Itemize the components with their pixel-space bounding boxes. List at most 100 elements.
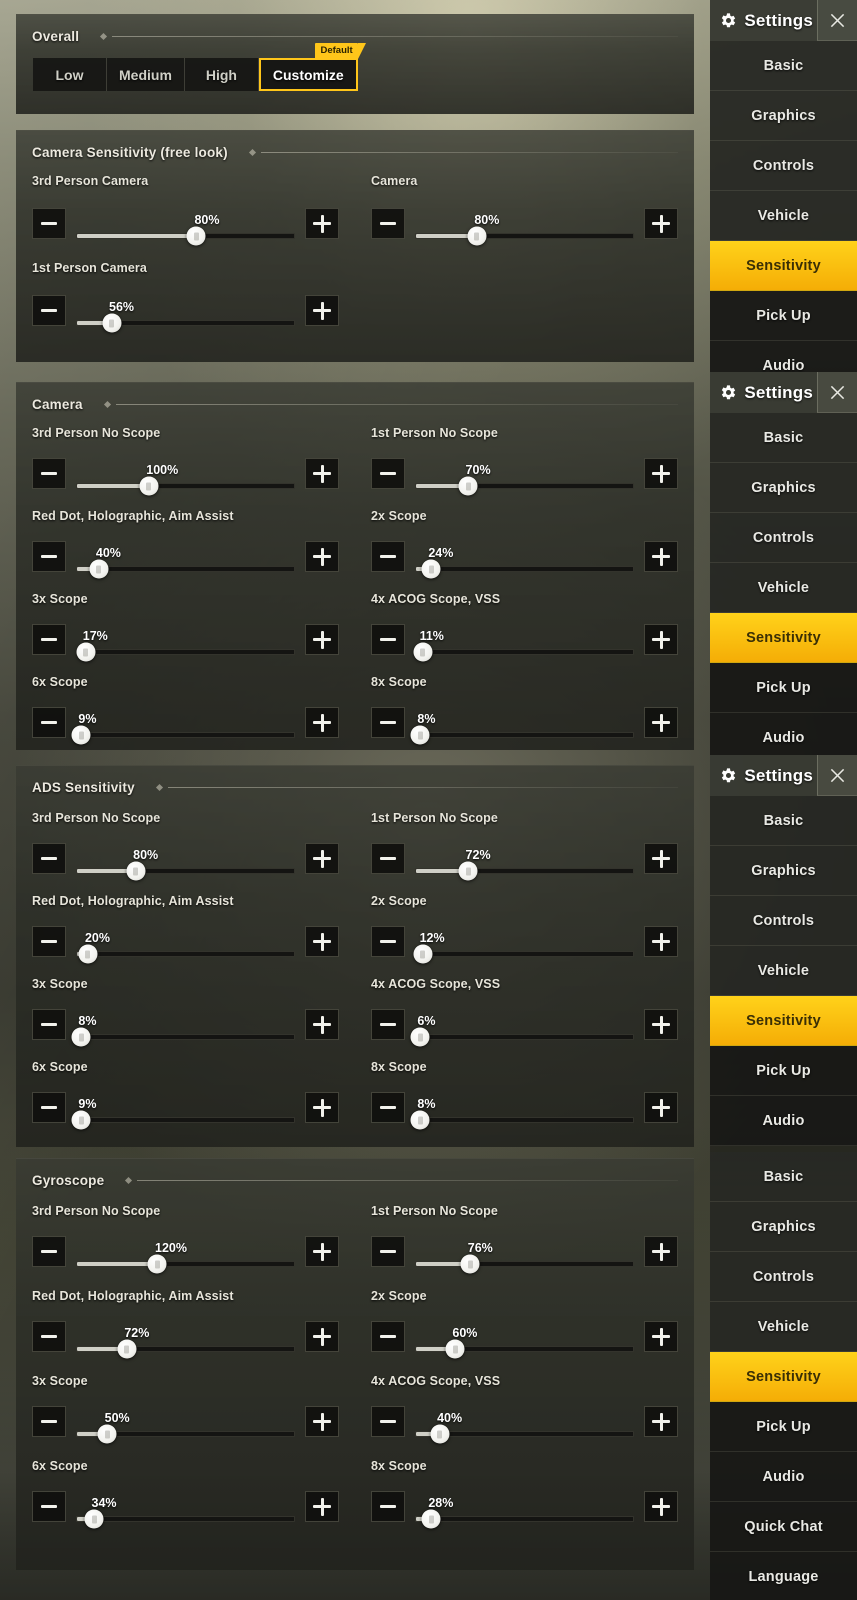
overall-segmented-control[interactable]: Low Medium High Customize Default [33,43,366,91]
increment-button[interactable] [305,1009,339,1040]
sidebar-item-controls[interactable]: Controls [710,141,857,191]
decrement-button[interactable] [32,926,66,957]
slider-knob[interactable] [89,559,109,579]
sidebar-item-vehicle[interactable]: Vehicle [710,563,857,613]
increment-button[interactable] [644,458,678,489]
slider-track[interactable] [410,1027,634,1047]
sidebar-item-language[interactable]: Language [710,1552,857,1600]
slider-track[interactable] [76,1339,295,1359]
slider-track[interactable] [76,559,295,579]
increment-button[interactable] [644,843,678,874]
decrement-button[interactable] [32,843,66,874]
slider-knob[interactable] [126,861,146,881]
increment-button[interactable] [305,541,339,572]
slider-track[interactable] [413,944,634,964]
slider-track[interactable] [76,1509,295,1529]
sidebar-item-basic[interactable]: Basic [710,796,857,846]
increment-button[interactable] [305,624,339,655]
sidebar-item-vehicle[interactable]: Vehicle [710,946,857,996]
slider-track[interactable] [71,1110,295,1130]
slider-track[interactable] [415,559,634,579]
slider-track[interactable] [410,1110,634,1130]
slider-track[interactable] [415,1509,634,1529]
decrement-button[interactable] [32,1406,66,1437]
slider-knob[interactable] [71,1027,91,1047]
slider-track[interactable] [76,313,295,333]
slider-knob[interactable] [445,1339,465,1359]
slider-knob[interactable] [421,559,441,579]
increment-button[interactable] [305,458,339,489]
decrement-button[interactable] [32,1092,66,1123]
increment-button[interactable] [644,624,678,655]
sidebar-item-audio[interactable]: Audio [710,1096,857,1146]
slider-knob[interactable] [78,944,98,964]
slider-track[interactable] [71,1027,295,1047]
slider-knob[interactable] [139,476,159,496]
sidebar-item-graphics[interactable]: Graphics [710,846,857,896]
sidebar-item-graphics[interactable]: Graphics [710,91,857,141]
slider-knob[interactable] [102,313,122,333]
increment-button[interactable] [644,926,678,957]
slider-track[interactable] [415,1424,634,1444]
decrement-button[interactable] [371,624,405,655]
slider-knob[interactable] [71,725,91,745]
decrement-button[interactable] [32,208,66,239]
overall-option-high[interactable]: High [184,58,259,91]
slider-track[interactable] [415,476,634,496]
overall-option-customize[interactable]: Customize [258,58,358,91]
sidebar-item-sensitivity[interactable]: Sensitivity [710,1352,857,1402]
increment-button[interactable] [305,1321,339,1352]
sidebar-item-pickup[interactable]: Pick Up [710,1402,857,1452]
close-button[interactable] [817,0,857,41]
decrement-button[interactable] [371,1406,405,1437]
slider-track[interactable] [415,1339,634,1359]
increment-button[interactable] [305,1406,339,1437]
decrement-button[interactable] [32,295,66,326]
decrement-button[interactable] [371,541,405,572]
decrement-button[interactable] [32,1236,66,1267]
slider-knob[interactable] [410,725,430,745]
slider-knob[interactable] [186,226,206,246]
sidebar-item-graphics[interactable]: Graphics [710,463,857,513]
decrement-button[interactable] [371,458,405,489]
overall-option-low[interactable]: Low [33,58,107,91]
slider-track[interactable] [76,1254,295,1274]
slider-knob[interactable] [71,1110,91,1130]
increment-button[interactable] [305,843,339,874]
slider-knob[interactable] [84,1509,104,1529]
sidebar-item-basic[interactable]: Basic [710,1152,857,1202]
sidebar-item-audio[interactable]: Audio [710,341,857,372]
increment-button[interactable] [305,1092,339,1123]
slider-track[interactable] [415,861,634,881]
increment-button[interactable] [305,208,339,239]
decrement-button[interactable] [32,1491,66,1522]
decrement-button[interactable] [32,1321,66,1352]
slider-knob[interactable] [117,1339,137,1359]
slider-track[interactable] [71,725,295,745]
decrement-button[interactable] [371,1009,405,1040]
decrement-button[interactable] [32,541,66,572]
slider-knob[interactable] [97,1424,117,1444]
sidebar-item-vehicle[interactable]: Vehicle [710,191,857,241]
slider-knob[interactable] [458,476,478,496]
decrement-button[interactable] [371,1092,405,1123]
sidebar-item-pickup[interactable]: Pick Up [710,663,857,713]
sidebar-item-basic[interactable]: Basic [710,413,857,463]
sidebar-item-pickup[interactable]: Pick Up [710,291,857,341]
increment-button[interactable] [644,541,678,572]
sidebar-item-controls[interactable]: Controls [710,513,857,563]
close-button[interactable] [817,755,857,796]
sidebar-item-controls[interactable]: Controls [710,896,857,946]
slider-knob[interactable] [458,861,478,881]
sidebar-item-sensitivity[interactable]: Sensitivity [710,613,857,663]
decrement-button[interactable] [371,1236,405,1267]
decrement-button[interactable] [371,208,405,239]
slider-knob[interactable] [421,1509,441,1529]
decrement-button[interactable] [32,707,66,738]
slider-knob[interactable] [430,1424,450,1444]
slider-knob[interactable] [76,642,96,662]
slider-track[interactable] [76,861,295,881]
sidebar-item-pickup[interactable]: Pick Up [710,1046,857,1096]
overall-option-medium[interactable]: Medium [107,58,185,91]
increment-button[interactable] [644,1406,678,1437]
